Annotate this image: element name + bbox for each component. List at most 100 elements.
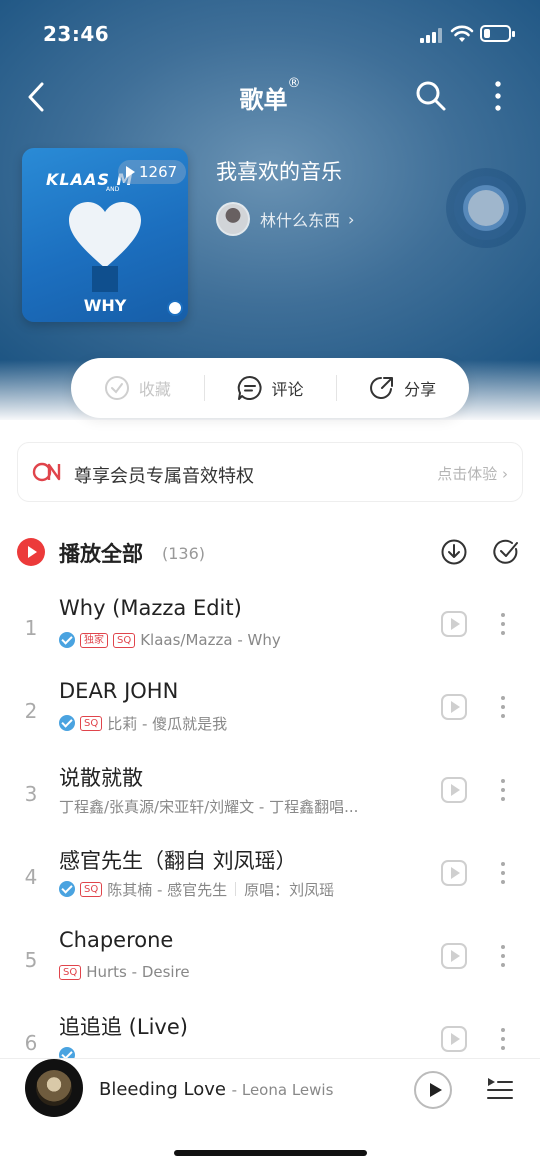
verified-icon	[59, 715, 75, 731]
verified-icon	[59, 632, 75, 648]
song-title: Chaperone	[59, 928, 174, 952]
collect-icon	[104, 376, 129, 400]
now-playing: Bleeding Love - Leona Lewis	[99, 1079, 334, 1100]
play-all-icon[interactable]	[17, 538, 45, 566]
playlist-name: 我喜欢的音乐	[216, 160, 342, 184]
collect-label: 收藏	[138, 380, 171, 399]
queue-icon[interactable]	[486, 1075, 514, 1103]
song-more-icon[interactable]	[496, 694, 510, 720]
comment-label: 评论	[271, 380, 304, 399]
verified-icon	[59, 881, 75, 897]
floating-assistive-button[interactable]	[446, 168, 526, 248]
cover-m-badge	[92, 266, 118, 292]
vip-cta-label: 点击体验	[437, 465, 498, 483]
vip-cta[interactable]: 点击体验 ›	[437, 463, 508, 484]
page-title: 歌单®	[0, 76, 540, 115]
vip-banner[interactable]: 尊享会员专属音效特权 点击体验 ›	[17, 442, 523, 502]
quality-tag: SQ	[80, 881, 103, 897]
song-title: DEAR JOHN	[59, 679, 179, 703]
song-meta: 独家 SQ Klaas/Mazza - Why	[59, 630, 419, 650]
play-pause-icon[interactable]	[414, 1071, 452, 1109]
mv-play-icon[interactable]	[441, 694, 467, 720]
wifi-icon	[450, 25, 474, 42]
nav-bar: 歌单®	[0, 70, 540, 126]
heart-icon	[69, 202, 141, 268]
status-bar: 23:46	[0, 0, 540, 70]
comment-icon	[237, 375, 262, 400]
song-meta: SQ 比莉 - 傻瓜就是我	[59, 713, 419, 733]
download-icon[interactable]	[441, 539, 467, 565]
song-row[interactable]: 2 DEAR JOHN SQ 比莉 - 傻瓜就是我	[0, 676, 540, 759]
play-count-icon	[126, 166, 135, 178]
song-artist-album: 丁程鑫/张真源/宋亚轩/刘耀文 - 丁程鑫翻唱...	[59, 797, 359, 816]
creator-name: 林什么东西	[260, 211, 341, 230]
song-row[interactable]: 3 说散就散丁程鑫/张真源/宋亚轩/刘耀文 - 丁程鑫翻唱...	[0, 759, 540, 842]
song-title: 感官先生（翻自 刘凤瑶）	[59, 849, 297, 873]
chevron-right-icon: ›	[502, 465, 508, 483]
status-time: 23:46	[43, 22, 110, 46]
mv-play-icon[interactable]	[441, 777, 467, 803]
song-meta: SQ Hurts - Desire	[59, 962, 419, 982]
vip-text: 尊享会员专属音效特权	[74, 466, 254, 487]
song-title: Why (Mazza Edit)	[59, 596, 242, 620]
meta-separator	[235, 882, 237, 896]
song-number: 5	[24, 948, 38, 972]
cover-word: WHY	[83, 296, 127, 315]
home-indicator	[174, 1150, 367, 1156]
song-meta: SQ 陈其楠 - 感官先生 原唱：刘凤瑶	[59, 879, 419, 899]
mv-play-icon[interactable]	[441, 611, 467, 637]
song-title: 说散就散	[59, 766, 143, 790]
multi-select-icon[interactable]	[493, 539, 519, 565]
search-icon[interactable]	[413, 78, 449, 114]
signal-icon	[420, 28, 442, 43]
play-all-row[interactable]: 播放全部 (136)	[17, 530, 523, 574]
share-button[interactable]: 分享	[336, 358, 469, 418]
song-number: 3	[24, 782, 38, 806]
collect-button[interactable]: 收藏	[71, 358, 204, 418]
share-icon	[370, 377, 394, 399]
song-row[interactable]: 1 Why (Mazza Edit) 独家 SQ Klaas/Mazza - Why	[0, 593, 540, 676]
share-label: 分享	[404, 380, 437, 399]
battery-icon	[480, 25, 515, 42]
cover-and: AND	[106, 186, 120, 193]
vip-icon	[32, 462, 61, 482]
quality-tag: SQ	[113, 632, 136, 648]
mv-play-icon[interactable]	[441, 1026, 467, 1052]
song-artist-album: Hurts - Desire	[86, 963, 190, 981]
cover-logo	[167, 300, 183, 316]
comment-button[interactable]: 评论	[203, 358, 337, 418]
song-number: 6	[24, 1031, 38, 1055]
song-more-icon[interactable]	[496, 1026, 510, 1052]
song-count: (136)	[162, 544, 206, 563]
song-more-icon[interactable]	[496, 777, 510, 803]
mv-play-icon[interactable]	[441, 860, 467, 886]
page-title-text: 歌单	[239, 86, 288, 114]
song-more-icon[interactable]	[496, 860, 510, 886]
quality-tag: SQ	[80, 715, 103, 731]
creator-link[interactable]: 林什么东西 ›	[216, 202, 354, 236]
song-artist-album: Klaas/Mazza - Why	[140, 631, 281, 649]
quality-tag: SQ	[59, 964, 82, 980]
song-artist-album: 比莉 - 傻瓜就是我	[107, 714, 228, 733]
song-number: 2	[24, 699, 38, 723]
album-disc[interactable]	[25, 1059, 83, 1117]
chevron-right-icon: ›	[348, 209, 355, 229]
now-playing-title: Bleeding Love	[99, 1079, 226, 1100]
action-card: 收藏 评论 分享	[71, 358, 469, 418]
registered-mark: ®	[287, 76, 301, 91]
play-count: 1267	[139, 163, 178, 181]
song-row[interactable]: 5 Chaperone SQ Hurts - Desire	[0, 925, 540, 1008]
now-playing-artist: Leona Lewis	[241, 1081, 334, 1099]
song-artist-album: 陈其楠 - 感官先生	[107, 880, 228, 899]
song-number: 1	[24, 616, 38, 640]
song-original-singer: 原唱：刘凤瑶	[244, 880, 335, 899]
more-icon[interactable]	[482, 76, 514, 116]
song-meta: 丁程鑫/张真源/宋亚轩/刘耀文 - 丁程鑫翻唱...	[59, 796, 419, 816]
mv-play-icon[interactable]	[441, 943, 467, 969]
song-more-icon[interactable]	[496, 943, 510, 969]
song-number: 4	[24, 865, 38, 889]
song-title: 追追追 (Live)	[59, 1015, 188, 1039]
song-row[interactable]: 4 感官先生（翻自 刘凤瑶） SQ 陈其楠 - 感官先生 原唱：刘凤瑶	[0, 842, 540, 925]
song-more-icon[interactable]	[496, 611, 510, 637]
avatar	[216, 202, 250, 236]
